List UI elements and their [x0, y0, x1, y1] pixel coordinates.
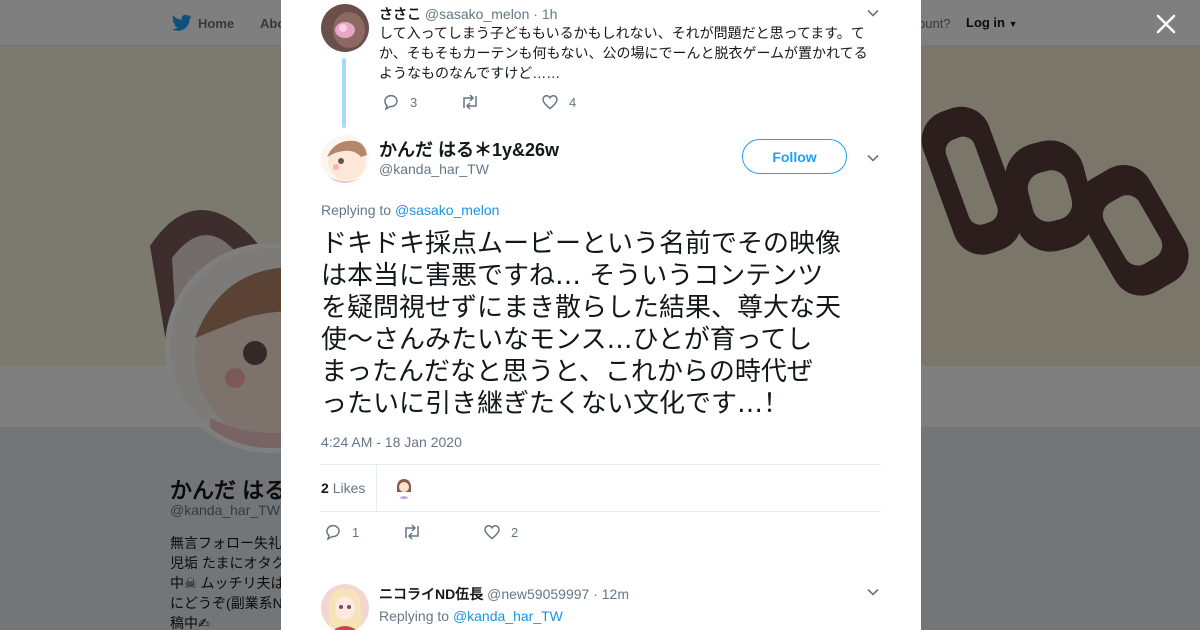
parent-tweet-author-name[interactable]: ささこ — [379, 6, 421, 22]
close-modal-button[interactable] — [1152, 10, 1180, 38]
main-tweet-text-line: は本当に害悪ですね… そういうコンテンツ — [321, 261, 824, 291]
main-tweet-text-line: ったいに引き継ぎたくない文化です…！ — [321, 389, 790, 419]
chevron-down-icon[interactable] — [866, 151, 880, 165]
parent-tweet-avatar[interactable] — [321, 4, 369, 52]
reply-replying-to: Replying to @kanda_har_TW — [379, 608, 563, 624]
heart-icon — [542, 95, 558, 110]
thread-connector-line — [342, 58, 346, 128]
replying-to-link[interactable]: @sasako_melon — [395, 202, 500, 218]
reply-tweet-header: ニコライND伍長 @new59059997 · 12m — [379, 584, 629, 604]
reply-icon — [326, 524, 340, 541]
replying-to-link[interactable]: @kanda_har_TW — [453, 608, 563, 624]
parent-tweet-text-line: して入ってしまう子どももいるかもしれない、それが問題だと思ってます。て — [379, 25, 865, 41]
reply-tweet-author-handle[interactable]: @new59059997 — [487, 586, 589, 602]
close-icon — [1156, 14, 1176, 34]
header-separator: · — [593, 586, 598, 602]
parent-tweet-time[interactable]: 1h — [542, 6, 558, 22]
main-reply-button[interactable]: 1 — [324, 523, 359, 541]
main-tweet-avatar[interactable] — [321, 135, 369, 183]
likes-label: Likes — [332, 480, 366, 496]
likes-stat[interactable]: 2 Likes — [321, 480, 365, 496]
reply-tweet-avatar[interactable] — [321, 584, 369, 630]
header-separator: · — [533, 6, 538, 22]
main-replying-to: Replying to @sasako_melon — [321, 202, 499, 218]
parent-avatar-image — [321, 4, 369, 52]
chevron-down-icon[interactable] — [866, 6, 880, 20]
reply-avatar-image — [321, 584, 369, 630]
parent-tweet-text: して入ってしまう子どももいるかもしれない、それが問題だと思ってます。て か、そも… — [379, 23, 879, 83]
parent-tweet-author-handle[interactable]: @sasako_melon — [425, 6, 530, 22]
parent-like-count: 4 — [569, 94, 577, 110]
liker-avatar[interactable] — [393, 477, 415, 499]
parent-like-button[interactable]: 4 — [541, 93, 576, 111]
liker-avatar-image — [393, 477, 415, 499]
main-like-count: 2 — [511, 524, 519, 540]
replying-prefix: Replying to — [321, 202, 392, 218]
main-like-button[interactable]: 2 — [483, 523, 518, 541]
parent-tweet-text-line: ようなものなんですけど…… — [379, 65, 561, 81]
main-tweet-text-line: まったんだなと思うと、これからの時代ぜ — [321, 357, 813, 387]
follow-button[interactable]: Follow — [742, 139, 847, 174]
reply-tweet-time[interactable]: 12m — [602, 586, 629, 602]
parent-tweet-header: ささこ @sasako_melon · 1h — [379, 4, 557, 24]
parent-reply-count: 3 — [410, 94, 418, 110]
likes-number: 2 — [321, 480, 329, 496]
main-tweet-text-line: 使〜さんみたいなモンス…ひとが育ってし — [321, 325, 813, 355]
reply-icon — [384, 94, 398, 111]
parent-retweet-button[interactable] — [460, 93, 490, 111]
parent-reply-button[interactable]: 3 — [382, 93, 417, 111]
reply-tweet-author-name[interactable]: ニコライND伍長 — [379, 586, 483, 602]
stats-divider — [376, 465, 377, 511]
main-avatar-image — [321, 135, 369, 183]
main-tweet-timestamp[interactable]: 4:24 AM - 18 Jan 2020 — [321, 434, 462, 450]
chevron-down-icon[interactable] — [866, 585, 880, 599]
heart-icon — [484, 525, 500, 540]
main-retweet-button[interactable] — [402, 523, 432, 541]
main-reply-count: 1 — [352, 524, 360, 540]
retweet-icon — [405, 524, 419, 540]
parent-tweet-text-line: か、そもそもカーテンも何もない、公の場にでーんと脱衣ゲームが置かれてる — [379, 45, 868, 61]
retweet-icon — [463, 94, 477, 110]
tweet-permalink-modal: ささこ @sasako_melon · 1h して入ってしまう子どももいるかもし… — [281, 0, 921, 630]
main-tweet-author-name[interactable]: かんだ はる＊1y&26w — [379, 136, 559, 162]
main-tweet-author-handle[interactable]: @kanda_har_TW — [379, 161, 489, 177]
main-tweet-text: ドキドキ採点ムービーという名前でその映像 は本当に害悪ですね… そういうコンテン… — [321, 228, 891, 420]
tweet-stats-bar: 2 Likes — [321, 464, 881, 512]
main-tweet-text-line: を疑問視せずにまき散らした結果、尊大な天 — [321, 293, 842, 323]
replying-prefix: Replying to — [379, 608, 450, 624]
main-tweet-text-line: ドキドキ採点ムービーという名前でその映像 — [321, 229, 842, 259]
